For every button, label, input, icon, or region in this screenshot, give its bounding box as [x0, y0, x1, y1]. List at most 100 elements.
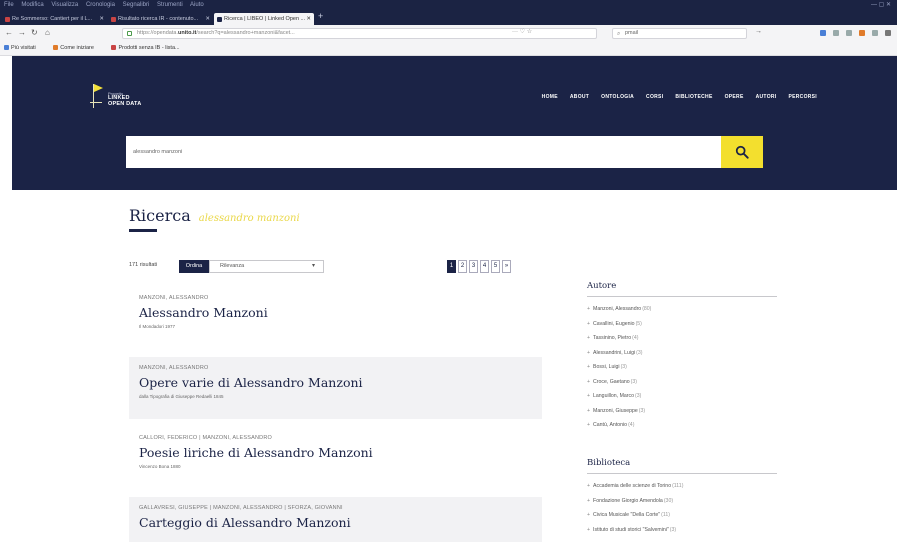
facet-item[interactable]: + Bossi, Luigi(3): [587, 360, 651, 375]
main-nav: HOME ABOUT ONTOLOGIA CORSI BIBLIOTECHE O…: [542, 94, 817, 100]
facet-item[interactable]: + Manzoni, Giuseppe(3): [587, 404, 651, 419]
new-tab-icon[interactable]: +: [318, 11, 323, 21]
menu-tools[interactable]: Strumenti: [157, 2, 183, 8]
download-icon[interactable]: [820, 30, 826, 36]
facet-item[interactable]: + Cavallini, Eugenio(5): [587, 317, 651, 332]
search-icon: ⌕: [617, 31, 621, 37]
facet-name: Croce, Gaetano: [593, 378, 630, 385]
result-authors[interactable]: CALLORI, FEDERICO | MANZONI, ALESSANDRO: [139, 435, 542, 441]
toolbar-icons: [820, 30, 891, 36]
facet-item[interactable]: + Tassinino, Pietro(4): [587, 331, 651, 346]
sort-select[interactable]: Rilevanza ▾: [209, 260, 324, 273]
nav-percorsi[interactable]: PERCORSI: [788, 94, 817, 100]
result-item[interactable]: MANZONI, ALESSANDRO Alessandro Manzoni I…: [129, 287, 542, 349]
window-controls[interactable]: — ▢ ✕: [871, 0, 891, 11]
facet-item[interactable]: + Accademia delle scienze di Torino(111): [587, 479, 683, 494]
result-title[interactable]: Alessandro Manzoni: [139, 305, 542, 320]
pocket-icon[interactable]: [872, 30, 878, 36]
result-authors[interactable]: GALLAVRESI, GIUSEPPE | MANZONI, ALESSAND…: [139, 505, 542, 511]
result-title[interactable]: Carteggio di Alessandro Manzoni: [139, 515, 542, 530]
result-publication: dalla Tipografia di Giuseppe Redaelli 18…: [139, 394, 224, 399]
page-heading: Ricerca: [129, 206, 191, 225]
result-authors[interactable]: MANZONI, ALESSANDRO: [139, 365, 542, 371]
search-query-label: alessandro manzoni: [198, 213, 300, 224]
browser-tab-2[interactable]: Risultato ricerca IR - contenuto... ✕: [108, 13, 213, 25]
close-tab-icon[interactable]: ✕: [99, 13, 104, 25]
facet-name: Manzoni, Alessandro: [593, 306, 642, 312]
page-next[interactable]: »: [502, 260, 511, 273]
page-3[interactable]: 3: [469, 260, 478, 273]
chevron-down-icon: ▾: [311, 263, 315, 269]
bookmark-label: Più visitati: [11, 45, 36, 51]
nav-about[interactable]: ABOUT: [570, 94, 589, 100]
nav-corsi[interactable]: CORSI: [646, 94, 663, 100]
page-4[interactable]: 4: [480, 260, 489, 273]
extension-icon[interactable]: [859, 30, 865, 36]
reload-icon[interactable]: ↻: [31, 28, 38, 37]
page-5[interactable]: 5: [491, 260, 500, 273]
nav-biblioteche[interactable]: BIBLIOTECHE: [675, 94, 712, 100]
facet-item[interactable]: + Croce, Gaetano(3): [587, 375, 651, 390]
facet-item[interactable]: + Fondazione Giorgio Amendola(30): [587, 494, 683, 509]
home-icon[interactable]: ⌂: [45, 28, 50, 37]
back-icon[interactable]: ←: [5, 28, 13, 37]
bookmark-item[interactable]: Come iniziare: [53, 45, 102, 51]
result-title[interactable]: Poesie liriche di Alessandro Manzoni: [139, 445, 542, 460]
facet-name: Civica Musicale "Della Corte": [593, 512, 661, 518]
menu-view[interactable]: Visualizza: [51, 2, 78, 8]
web-search-field[interactable]: ⌕ pmail: [612, 28, 747, 39]
result-publication: Il Mondadori 1977: [139, 324, 176, 329]
nav-home[interactable]: HOME: [542, 94, 558, 100]
facet-count: (80): [642, 306, 652, 312]
tab-label: Re Sommerso: Cantiert per il L...: [12, 16, 93, 22]
facet-name: Tassinino, Pietro: [593, 335, 632, 341]
close-tab-icon[interactable]: ✕: [205, 13, 210, 25]
site-logo[interactable]: Progetto LINKED OPEN DATA: [90, 80, 160, 116]
menu-history[interactable]: Cronologia: [86, 2, 115, 8]
favicon-icon: [5, 17, 10, 22]
facet-item[interactable]: + Languillon, Marco(3): [587, 389, 651, 404]
search-input[interactable]: [126, 136, 721, 168]
search-button[interactable]: [721, 136, 763, 168]
nav-opere[interactable]: OPERE: [725, 94, 744, 100]
bookmark-item[interactable]: Prodotti senza IB - lista...: [111, 45, 187, 51]
gear-icon: [4, 45, 9, 51]
menu-edit[interactable]: Modifica: [21, 2, 43, 8]
go-arrow-icon[interactable]: →: [755, 28, 762, 35]
result-title[interactable]: Opere varie di Alessandro Manzoni: [139, 375, 542, 390]
result-item[interactable]: GALLAVRESI, GIUSEPPE | MANZONI, ALESSAND…: [129, 497, 542, 542]
hamburger-menu-icon[interactable]: [885, 30, 891, 36]
facet-count: (3): [630, 378, 637, 385]
facet-count: (3): [620, 364, 627, 370]
facet-name: Alessandrini, Luigi: [593, 349, 636, 356]
search-icon: [735, 145, 749, 159]
page-actions-icon[interactable]: ··· ♡ ☆: [512, 28, 532, 35]
flag-logo-icon: [90, 82, 104, 110]
page-2[interactable]: 2: [458, 260, 467, 273]
menu-help[interactable]: Aiuto: [190, 2, 204, 8]
facet-item[interactable]: + Manzoni, Alessandro(80): [587, 302, 651, 317]
result-authors[interactable]: MANZONI, ALESSANDRO: [139, 295, 542, 301]
close-tab-icon[interactable]: ✕: [306, 13, 311, 25]
facet-count: (5): [635, 320, 642, 327]
result-item[interactable]: MANZONI, ALESSANDRO Opere varie di Aless…: [129, 357, 542, 419]
page-1[interactable]: 1: [447, 260, 456, 273]
browser-tab-3[interactable]: Ricerca | LIBEO | Linked Open ... ✕: [214, 13, 314, 25]
facet-name: Cantù, Antonio: [593, 422, 628, 428]
facet-count: (3): [638, 407, 646, 414]
menu-file[interactable]: File: [4, 2, 14, 8]
facet-item[interactable]: + Civica Musicale "Della Corte"(11): [587, 508, 683, 523]
forward-icon[interactable]: →: [18, 28, 26, 37]
library-icon[interactable]: [833, 30, 839, 36]
facet-count: (4): [628, 422, 635, 428]
nav-autori[interactable]: AUTORI: [756, 94, 777, 100]
result-item[interactable]: CALLORI, FEDERICO | MANZONI, ALESSANDRO …: [129, 427, 542, 489]
nav-ontologia[interactable]: ONTOLOGIA: [601, 94, 634, 100]
facet-item[interactable]: + Alessandrini, Luigi(3): [587, 346, 651, 361]
menu-bookmarks[interactable]: Segnalibri: [123, 2, 150, 8]
browser-tab-1[interactable]: Re Sommerso: Cantiert per il L... ✕: [2, 13, 107, 25]
facet-item[interactable]: + Cantù, Antonio(4): [587, 418, 651, 433]
facet-item[interactable]: + Istituto di studi storici "Salvemini"(3…: [587, 523, 683, 538]
sidebar-icon[interactable]: [846, 30, 852, 36]
bookmark-item[interactable]: Più visitati: [4, 45, 44, 51]
